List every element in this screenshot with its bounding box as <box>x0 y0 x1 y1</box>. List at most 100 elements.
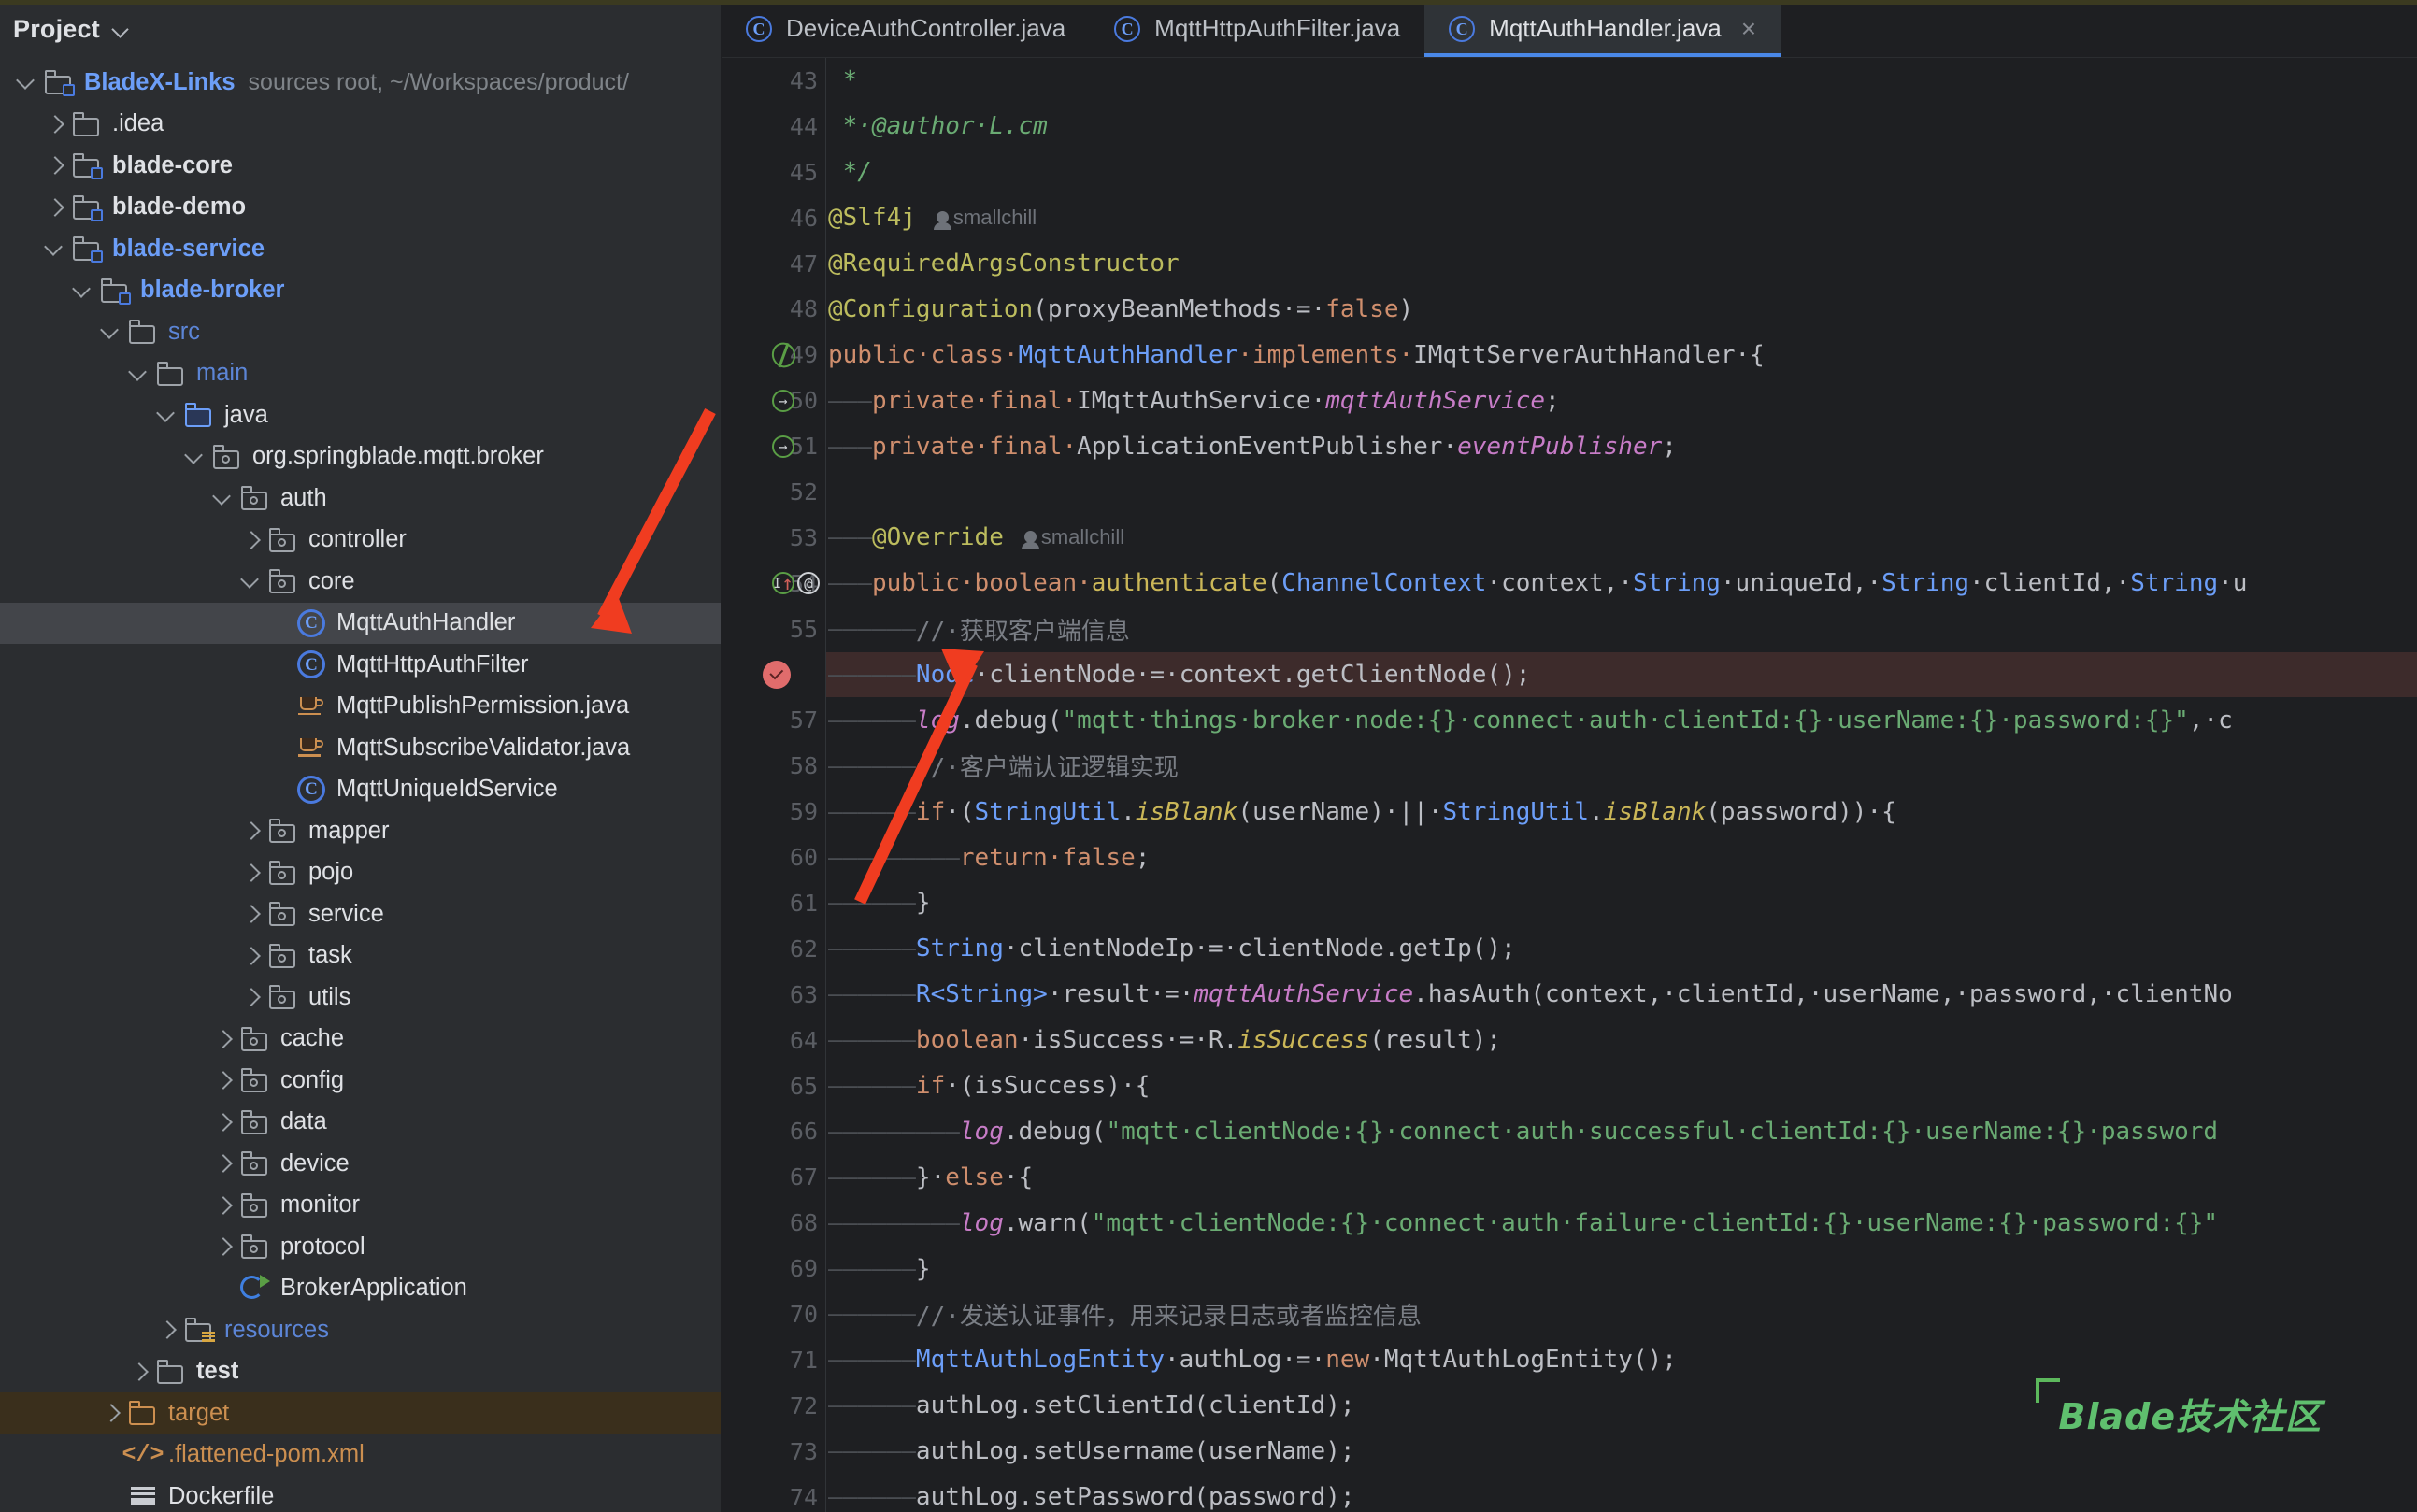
chevron-right-icon[interactable] <box>41 110 69 138</box>
gutter-line[interactable]: 46 <box>722 195 825 241</box>
code-line[interactable]: *·@author·L.cm <box>826 104 2417 150</box>
tree-item[interactable]: test <box>0 1351 721 1393</box>
code-line[interactable]: —————— String ·clientNodeIp·=·clientNode.g… <box>826 926 2417 972</box>
run-icon[interactable] <box>768 338 799 371</box>
gutter-line[interactable]: 66 <box>722 1108 825 1154</box>
gutter-line[interactable]: 45 <box>722 150 825 195</box>
tree-item[interactable]: pojo <box>0 852 721 894</box>
chevron-down-icon[interactable] <box>125 360 153 388</box>
code-line[interactable]: @RequiredArgsConstructor <box>826 241 2417 287</box>
code-line[interactable]: —————— MqttAuthLogEntity ·authLog·=· new ·Mq… <box>826 1337 2417 1383</box>
tree-item[interactable]: src <box>0 311 721 353</box>
code-line[interactable]: —————— if ·(StringUtil. isBlank (userName)·|… <box>826 789 2417 834</box>
tree-item[interactable]: MqttPublishPermission.java <box>0 686 721 728</box>
code-line[interactable]: ——————//·发送认证事件，用来记录日志或者监控信息 <box>826 1291 2417 1337</box>
implemented-icon[interactable]: → <box>772 389 794 412</box>
tree-item[interactable]: java <box>0 394 721 436</box>
gutter-line[interactable]: 71 <box>722 1337 825 1383</box>
gutter-marks[interactable]: I ↑ @ <box>772 572 820 595</box>
chevron-down-icon[interactable] <box>13 68 41 96</box>
tree-item[interactable]: protocol <box>0 1226 721 1268</box>
tree-item[interactable]: blade-core <box>0 145 721 187</box>
code-line[interactable]: * <box>826 58 2417 104</box>
tree-item[interactable]: blade-service <box>0 228 721 270</box>
code-line[interactable]: public·class· MqttAuthHandler ·implements·… <box>826 332 2417 378</box>
tree-item[interactable]: task <box>0 935 721 977</box>
tree-item[interactable]: target <box>0 1392 721 1434</box>
gutter-line[interactable]: 43 <box>722 58 825 104</box>
code-line[interactable]: ——— private·final· IMqttAuthService· mqttAu… <box>826 378 2417 423</box>
gutter-line[interactable]: 53 <box>722 515 825 561</box>
code-line[interactable]: @Configuration(proxyBeanMethods·=· false) <box>826 286 2417 332</box>
gutter-line[interactable]: 48 <box>722 286 825 332</box>
editor-tab[interactable]: C MqttHttpAuthFilter.java <box>1090 0 1424 57</box>
chevron-right-icon[interactable] <box>125 1358 153 1386</box>
tree-item[interactable]: cache <box>0 1019 721 1061</box>
chevron-down-icon[interactable] <box>113 21 128 36</box>
code-line[interactable]: ——————} <box>826 1246 2417 1291</box>
gutter-line[interactable]: 67 <box>722 1154 825 1200</box>
code-line[interactable]: ——————} <box>826 880 2417 926</box>
gutter-line[interactable]: 59 <box>722 789 825 834</box>
editor-gutter[interactable]: 43 44 45 46 47 48 49 50 → 51 → 52 53 54 I ↑ @ 55 57 58 59 60 6… <box>722 58 826 1512</box>
gutter-line[interactable]: 70 <box>722 1291 825 1337</box>
gutter-line[interactable]: 61 <box>722 880 825 926</box>
chevron-right-icon[interactable] <box>209 1233 237 1261</box>
chevron-down-icon[interactable] <box>237 567 265 595</box>
tree-item[interactable]: auth <box>0 478 721 520</box>
gutter-line[interactable]: 52 <box>722 469 825 515</box>
tree-item[interactable]: utils <box>0 977 721 1019</box>
code-line[interactable]: —————— authLog.setPassword(password); <box>826 1475 2417 1512</box>
code-content[interactable]: * *·@author·L.cm */ @Slf4j smallchill @Requ… <box>826 58 2417 1512</box>
tree-item[interactable]: service <box>0 893 721 935</box>
tree-item[interactable]: MqttSubscribeValidator.java <box>0 727 721 769</box>
code-line[interactable]: ————————— log .debug("mqtt·clientNode:{}·c… <box>826 1108 2417 1154</box>
tree-item[interactable]: monitor <box>0 1185 721 1227</box>
chevron-right-icon[interactable] <box>237 900 265 928</box>
gutter-line[interactable]: 60 <box>722 834 825 880</box>
gutter-line[interactable]: 58 <box>722 743 825 789</box>
gutter-marks[interactable] <box>763 661 791 690</box>
code-line[interactable]: @Slf4j smallchill <box>826 195 2417 241</box>
code-line[interactable]: ——— @Override smallchill <box>826 515 2417 561</box>
tree-item[interactable]: device <box>0 1143 721 1185</box>
code-line[interactable]: */ <box>826 150 2417 195</box>
gutter-line[interactable] <box>722 652 825 698</box>
code-line[interactable]: —————— Node ·clientNode·=·context.getClien… <box>826 651 2417 698</box>
gutter-line[interactable]: 49 <box>722 332 825 378</box>
gutter-line[interactable]: 54 I ↑ @ <box>722 561 825 606</box>
tree-item[interactable]: blade-broker <box>0 270 721 312</box>
code-line[interactable]: —————— R<String> ·result·=· mqttAuthService… <box>826 972 2417 1018</box>
gutter-line[interactable]: 57 <box>722 697 825 743</box>
gutter-line[interactable]: 63 <box>722 972 825 1018</box>
code-line[interactable]: ——— private·final· ApplicationEventPublish… <box>826 423 2417 469</box>
gutter-marks[interactable] <box>768 338 799 371</box>
tree-item[interactable]: resources <box>0 1309 721 1351</box>
tree-item[interactable]: mapper <box>0 810 721 852</box>
gutter-line[interactable]: 51 → <box>722 423 825 469</box>
chevron-right-icon[interactable] <box>97 1399 125 1427</box>
override-icon[interactable]: I ↑ <box>772 572 794 595</box>
tree-item[interactable]: main <box>0 353 721 395</box>
editor-tab[interactable]: C MqttAuthHandler.java × <box>1424 0 1781 57</box>
chevron-down-icon[interactable] <box>41 235 69 263</box>
chevron-down-icon[interactable] <box>153 401 181 429</box>
editor-tab[interactable]: C DeviceAuthController.java <box>722 0 1090 57</box>
chevron-right-icon[interactable] <box>209 1025 237 1053</box>
gutter-line[interactable]: 73 <box>722 1429 825 1475</box>
chevron-right-icon[interactable] <box>209 1066 237 1094</box>
tree-item[interactable]: C MqttUniqueIdService <box>0 769 721 811</box>
chevron-down-icon[interactable] <box>181 443 209 471</box>
gutter-line[interactable]: 55 <box>722 606 825 652</box>
project-panel-header[interactable]: Project <box>0 0 721 58</box>
chevron-right-icon[interactable] <box>237 942 265 970</box>
chevron-right-icon[interactable] <box>209 1108 237 1136</box>
chevron-right-icon[interactable] <box>237 983 265 1011</box>
tree-item[interactable]: config <box>0 1060 721 1102</box>
breakpoint-icon[interactable] <box>763 661 791 690</box>
at-icon[interactable]: @ <box>797 572 820 595</box>
gutter-line[interactable]: 64 <box>722 1018 825 1063</box>
code-line[interactable]: ——————//·获取客户端信息 <box>826 606 2417 652</box>
chevron-right-icon[interactable] <box>237 817 265 845</box>
code-line[interactable]: —————— log .debug("mqtt·things·broker·node… <box>826 697 2417 743</box>
